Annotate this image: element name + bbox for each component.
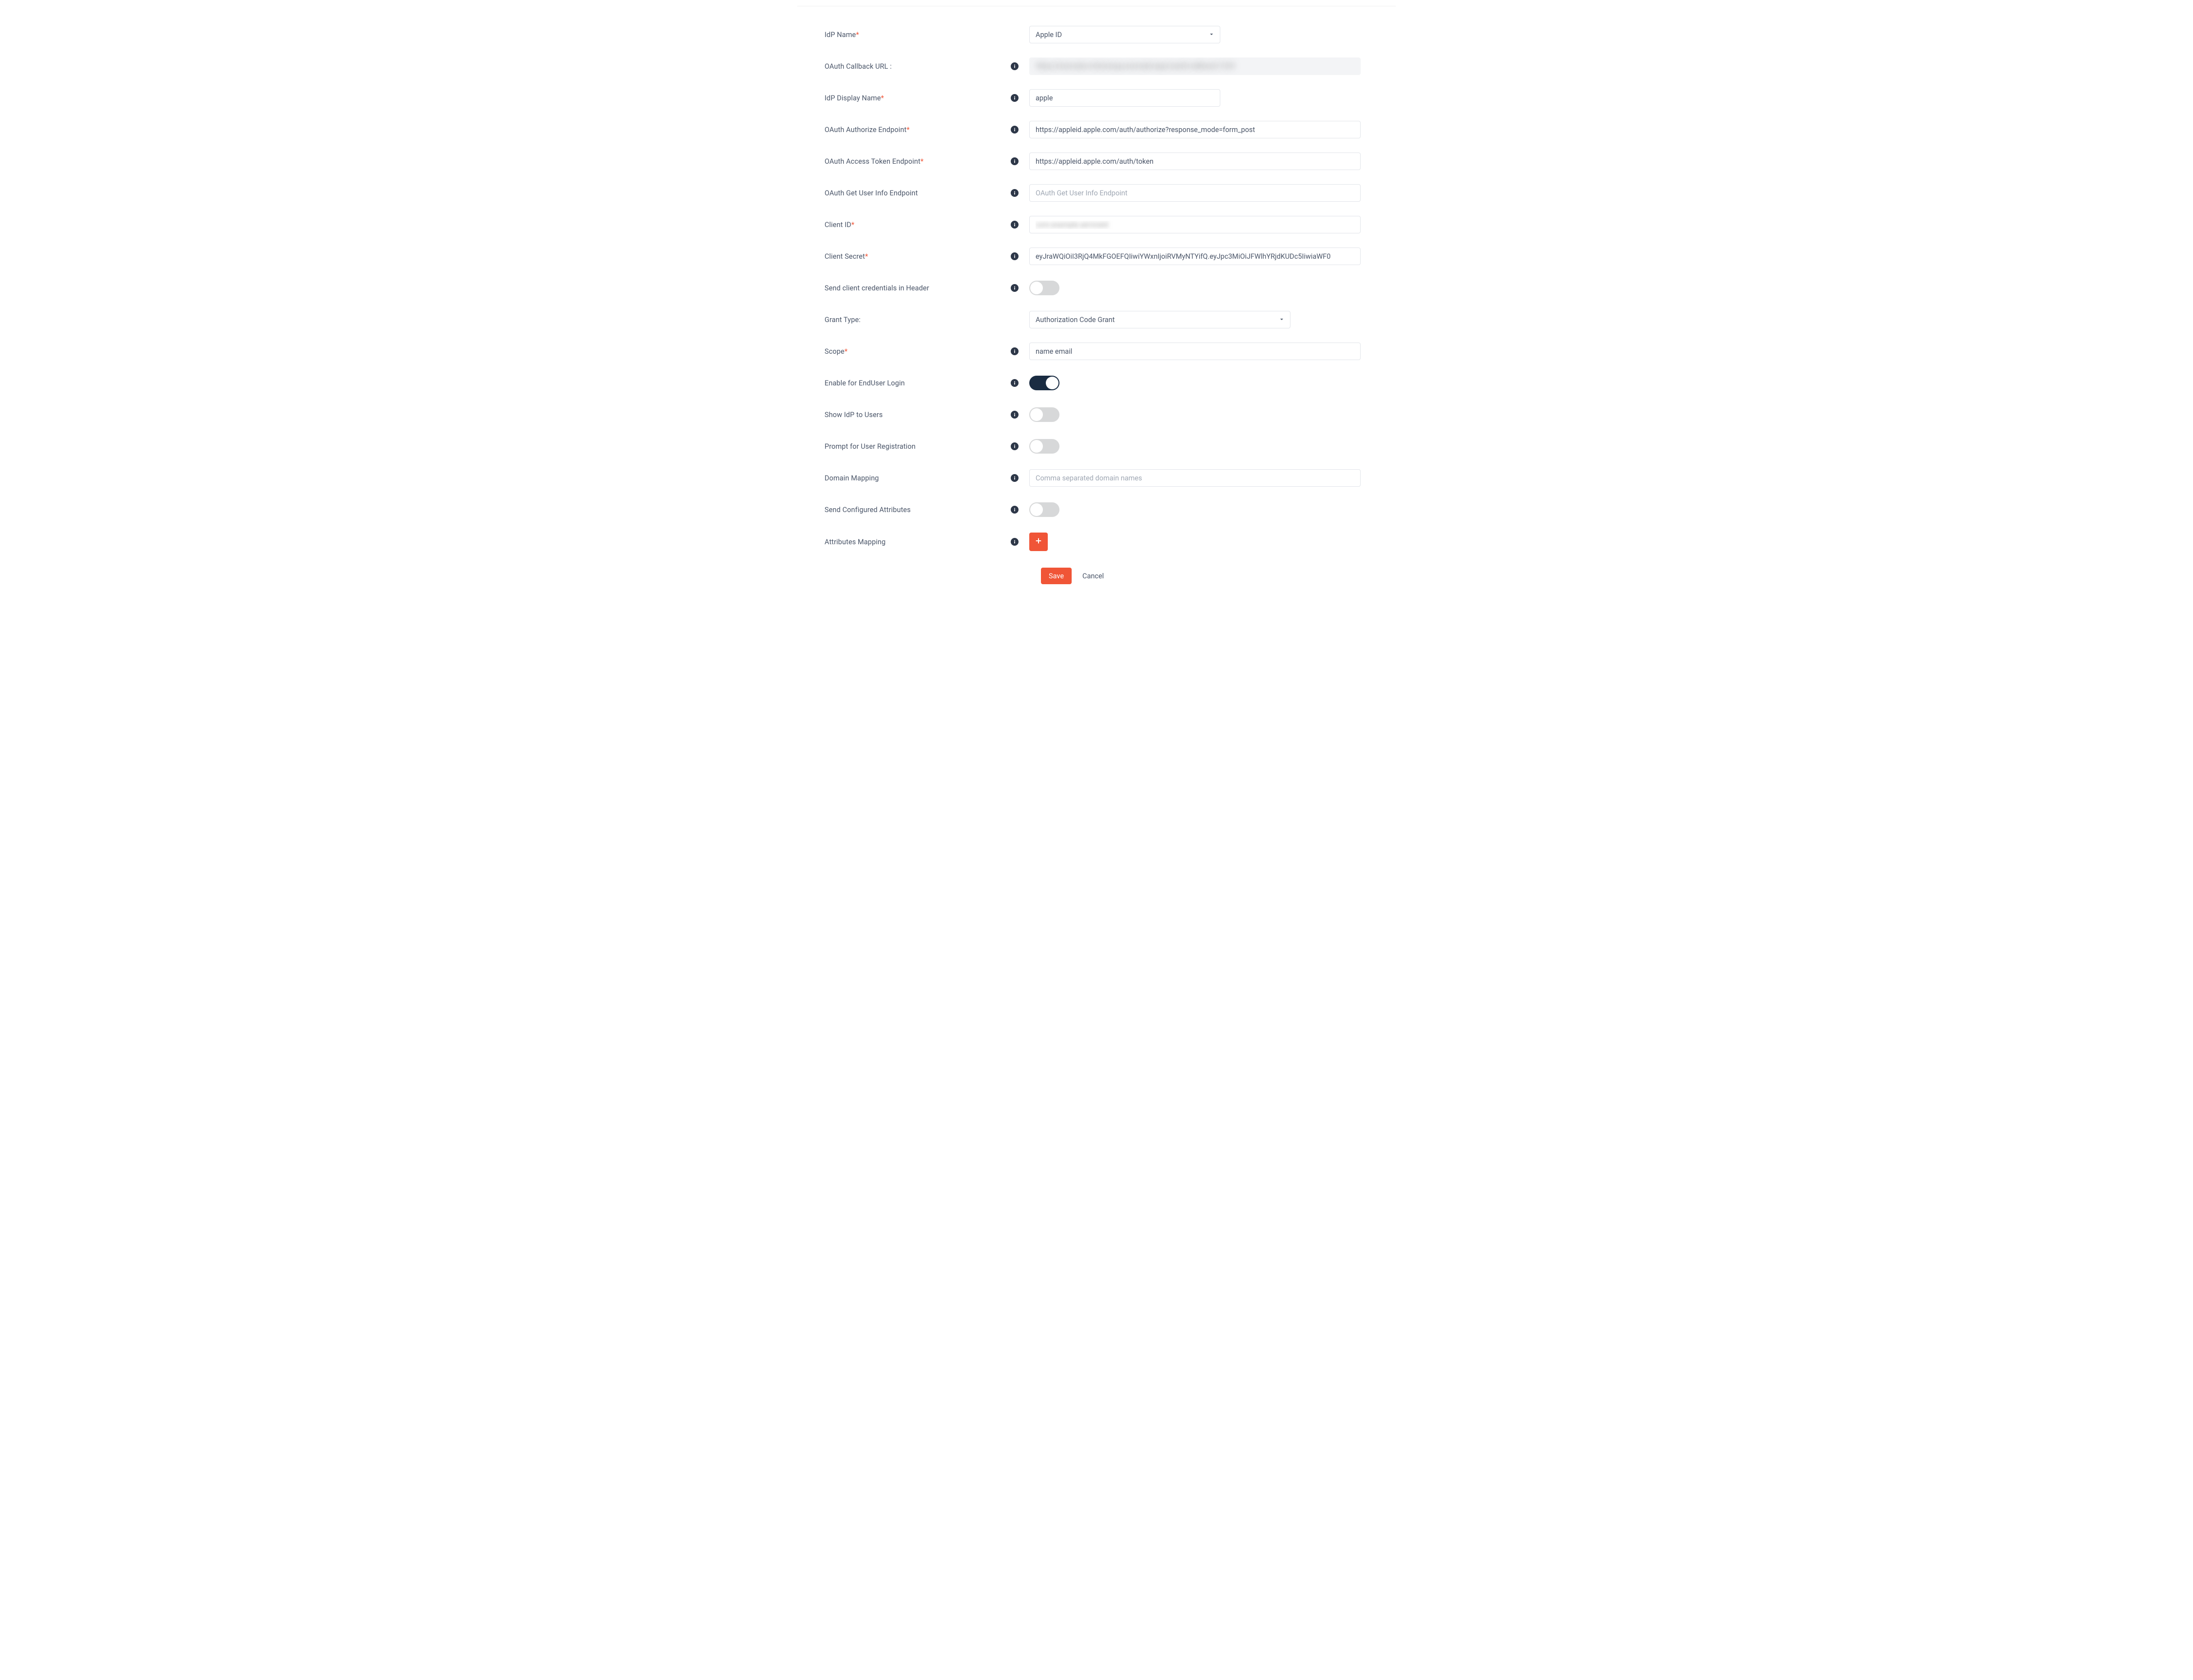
label-show-idp: Show IdP to Users	[825, 411, 1011, 419]
label-send-in-header: Send client credentials in Header	[825, 284, 1011, 292]
info-icon[interactable]	[1011, 347, 1019, 355]
label-token-endpoint: OAuth Access Token Endpoint*	[825, 157, 1011, 166]
info-icon[interactable]	[1011, 189, 1019, 197]
label-prompt-registration: Prompt for User Registration	[825, 442, 1011, 451]
send-configured-attrs-toggle[interactable]	[1029, 502, 1059, 517]
client-secret-input[interactable]	[1029, 248, 1361, 265]
info-icon[interactable]	[1011, 62, 1019, 70]
plus-icon	[1035, 537, 1042, 547]
callback-url-display: https://example.miniorange.example/app/o…	[1029, 57, 1361, 75]
userinfo-endpoint-input[interactable]	[1029, 184, 1361, 202]
info-icon[interactable]	[1011, 157, 1019, 165]
cancel-button[interactable]: Cancel	[1082, 572, 1104, 580]
info-icon[interactable]	[1011, 474, 1019, 482]
label-display-name: IdP Display Name*	[825, 94, 1011, 102]
enable-enduser-toggle[interactable]	[1029, 376, 1059, 390]
label-userinfo-endpoint: OAuth Get User Info Endpoint	[825, 189, 1011, 197]
info-icon[interactable]	[1011, 126, 1019, 134]
add-attribute-mapping-button[interactable]	[1029, 533, 1048, 551]
domain-mapping-input[interactable]	[1029, 469, 1361, 487]
form-actions: Save Cancel	[797, 568, 1396, 596]
label-send-configured-attrs: Send Configured Attributes	[825, 506, 1011, 514]
label-attributes-mapping: Attributes Mapping	[825, 538, 1011, 546]
label-callback-url: OAuth Callback URL :	[825, 62, 1011, 71]
token-endpoint-input[interactable]	[1029, 153, 1361, 170]
info-icon[interactable]	[1011, 379, 1019, 387]
grant-type-select[interactable]: Authorization Code Grant	[1029, 311, 1290, 328]
idp-config-form: IdP Name* Apple ID OAuth Callback URL : …	[797, 26, 1396, 551]
label-client-id: Client ID*	[825, 221, 1011, 229]
save-button[interactable]: Save	[1041, 568, 1072, 584]
send-in-header-toggle[interactable]	[1029, 281, 1059, 295]
label-client-secret: Client Secret*	[825, 252, 1011, 261]
info-icon[interactable]	[1011, 221, 1019, 229]
info-icon[interactable]	[1011, 442, 1019, 450]
label-domain-mapping: Domain Mapping	[825, 474, 1011, 482]
label-authorize-endpoint: OAuth Authorize Endpoint*	[825, 126, 1011, 134]
info-icon[interactable]	[1011, 94, 1019, 102]
client-id-input[interactable]	[1029, 216, 1361, 233]
label-idp-name: IdP Name*	[825, 31, 1011, 39]
info-icon[interactable]	[1011, 284, 1019, 292]
authorize-endpoint-input[interactable]	[1029, 121, 1361, 138]
label-grant-type: Grant Type:	[825, 316, 1011, 324]
scope-input[interactable]	[1029, 343, 1361, 360]
info-icon[interactable]	[1011, 538, 1019, 546]
label-enable-enduser: Enable for EndUser Login	[825, 379, 1011, 387]
prompt-registration-toggle[interactable]	[1029, 439, 1059, 454]
info-icon[interactable]	[1011, 411, 1019, 419]
show-idp-toggle[interactable]	[1029, 407, 1059, 422]
display-name-input[interactable]	[1029, 89, 1220, 107]
info-icon[interactable]	[1011, 252, 1019, 260]
idp-name-select[interactable]: Apple ID	[1029, 26, 1220, 43]
label-scope: Scope*	[825, 347, 1011, 356]
info-icon[interactable]	[1011, 506, 1019, 514]
